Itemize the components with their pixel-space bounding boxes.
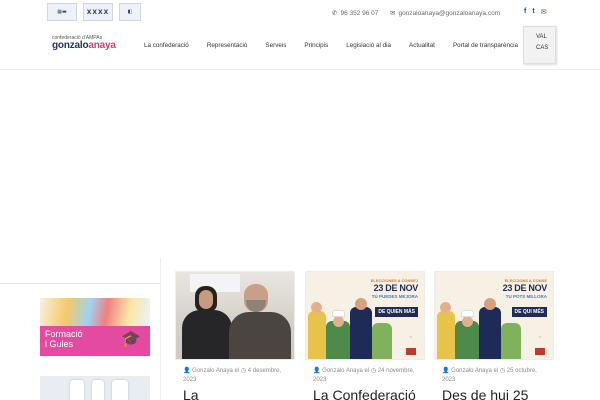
top-bar: ▦▬ XXXX ◧ ✆ 96 352 96 07 ✉ gonzaloanaya@… <box>0 0 600 26</box>
post-title[interactable]: Des de hui 25 <box>434 387 554 400</box>
poster-header: ELECCIONES A CONSEJ 23 DE NOV TÚ PUEDES … <box>370 278 419 299</box>
figure <box>437 311 455 359</box>
clock-icon: ◷ <box>370 368 377 374</box>
nav-item-serveis[interactable]: Serveis <box>265 42 286 49</box>
graduation-cap-icon: 🎓 <box>121 331 141 348</box>
post-meta: 👤 Gonzalo Anaya el ◷ 24 novembre, 2023 <box>305 367 425 384</box>
lang-option-val[interactable]: VAL <box>524 27 555 40</box>
post-year: 2023 <box>313 376 327 383</box>
email-address: gonzaloanaya@gonzaloanaya.com <box>398 9 501 17</box>
figure <box>479 307 501 359</box>
post-thumbnail-poster[interactable]: ELECCIONS A CONSE 23 DE NOV TU POTS MILL… <box>434 271 554 360</box>
figure-head <box>462 316 473 327</box>
pencils-image <box>40 298 150 326</box>
sidebar-divider <box>0 283 160 284</box>
email-contact[interactable]: ✉ gonzaloanaya@gonzaloanaya.com <box>390 9 501 18</box>
person-body <box>229 312 291 359</box>
post-author[interactable]: Gonzalo Anaya el <box>322 368 369 374</box>
author-icon: 👤 <box>183 368 191 374</box>
chef-hat <box>332 310 345 317</box>
envelope-icon: ✉ <box>390 10 396 17</box>
partner-logo-1[interactable]: ▦▬ <box>47 3 77 21</box>
poster-logo <box>406 348 416 355</box>
post-card[interactable]: ELECCIONS A CONSE 23 DE NOV TU POTS MILL… <box>434 271 554 400</box>
content-divider <box>160 258 161 400</box>
person-body <box>182 310 232 359</box>
partner-logos: ▦▬ XXXX ◧ <box>47 3 141 21</box>
figure <box>350 307 372 359</box>
poster-banner: DE QUI MÉS <box>511 307 547 317</box>
lang-option-cas[interactable]: CAS <box>524 40 555 51</box>
poster-signature: ~ <box>409 335 412 341</box>
poster-banner: DE QUIEN MÁS <box>375 307 418 317</box>
post-title[interactable]: La <box>175 387 295 400</box>
post-meta: 👤 Gonzalo Anaya el ◷ 4 desembre, 2023 <box>175 367 295 384</box>
language-switcher: VAL CAS <box>523 26 556 64</box>
nav-item-legislacio[interactable]: Legislació al dia <box>346 42 391 49</box>
post-thumbnail-photo[interactable] <box>175 271 295 360</box>
facebook-icon[interactable]: f <box>524 8 526 16</box>
post-author[interactable]: Gonzalo Anaya el <box>192 368 239 374</box>
twitter-icon[interactable]: t <box>532 8 534 16</box>
formacio-banner-text: Formació i Gules <box>45 329 83 350</box>
author-icon: 👤 <box>442 368 450 374</box>
site-logo[interactable]: confederació d'AMPAs gonzaloanaya <box>52 36 122 51</box>
post-card[interactable]: ELECCIONES A CONSEJ 23 DE NOV TÚ PUEDES … <box>305 271 425 400</box>
figure-head <box>311 302 322 313</box>
nav-item-representacio[interactable]: Representació <box>207 42 248 49</box>
nav-item-actualitat[interactable]: Actualitat <box>409 42 435 49</box>
main-navbar: confederació d'AMPAs gonzaloanaya La con… <box>0 26 600 70</box>
main-menu: La confederació Representació Serveis Pr… <box>144 42 536 49</box>
bottle-shape <box>70 380 84 400</box>
nav-item-transparencia[interactable]: Portal de transparència <box>453 42 518 49</box>
chef-hat <box>461 310 474 317</box>
phone-number: 96 352 96 07 <box>340 9 379 17</box>
author-icon: 👤 <box>313 368 321 374</box>
figure <box>501 323 521 359</box>
partner-logo-2[interactable]: XXXX <box>83 3 113 21</box>
phone-icon: ✆ <box>332 10 338 17</box>
person-face <box>199 290 213 309</box>
clock-icon: ◷ <box>240 368 247 374</box>
mail-icon[interactable]: ✉ <box>541 8 547 16</box>
secondary-banner[interactable] <box>40 376 150 400</box>
nav-item-confederacio[interactable]: La confederació <box>144 42 189 49</box>
bottle-shape <box>92 380 104 400</box>
figure <box>308 311 326 359</box>
logo-name: gonzaloanaya <box>52 40 116 51</box>
figure-head <box>440 302 451 313</box>
poster-logo <box>535 348 545 355</box>
nav-item-principis[interactable]: Principis <box>304 42 328 49</box>
formacio-banner[interactable]: Formació i Gules 🎓 <box>40 298 150 356</box>
post-date: 24 novembre, <box>377 368 415 374</box>
post-author[interactable]: Gonzalo Anaya el <box>451 368 498 374</box>
poster-header: ELECCIONS A CONSE 23 DE NOV TU POTS MILL… <box>502 278 548 299</box>
hero-slider-area <box>0 71 600 256</box>
figure-head <box>484 298 496 310</box>
post-year: 2023 <box>442 376 456 383</box>
bottle-shape <box>112 380 128 400</box>
post-date: 25 octubre, <box>506 368 537 374</box>
figure-head <box>355 298 367 310</box>
post-date: 4 desembre, <box>247 368 282 374</box>
poster-signature: ~ <box>538 335 541 341</box>
post-card[interactable]: 👤 Gonzalo Anaya el ◷ 4 desembre, 2023 La <box>175 271 295 400</box>
clock-icon: ◷ <box>499 368 506 374</box>
partner-logo-3[interactable]: ◧ <box>119 3 141 21</box>
post-meta: 👤 Gonzalo Anaya el ◷ 25 octubre, 2023 <box>434 367 554 384</box>
social-links: f t ✉ <box>524 8 547 16</box>
phone-contact[interactable]: ✆ 96 352 96 07 <box>332 9 379 18</box>
figure-head <box>333 316 344 327</box>
post-year: 2023 <box>183 376 197 383</box>
post-thumbnail-poster[interactable]: ELECCIONES A CONSEJ 23 DE NOV TÚ PUEDES … <box>305 271 425 360</box>
figure <box>372 323 392 359</box>
post-title[interactable]: La Confederació <box>305 387 425 400</box>
